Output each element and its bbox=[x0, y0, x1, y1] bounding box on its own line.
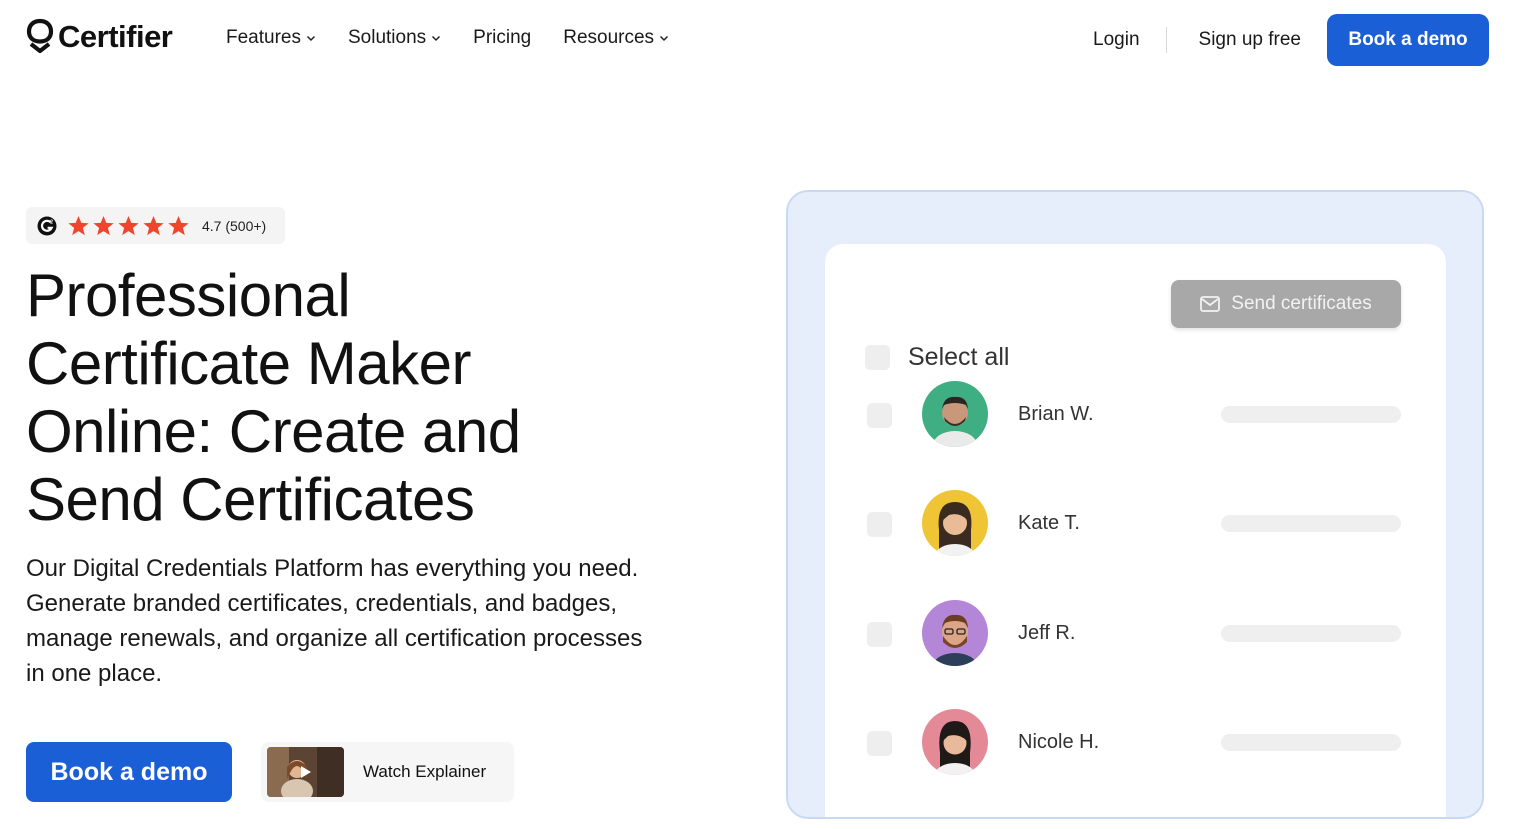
star-icon bbox=[143, 215, 164, 235]
chevron-down-icon bbox=[432, 35, 441, 42]
svg-text:2: 2 bbox=[50, 219, 53, 225]
recipient-placeholder-bar bbox=[1221, 515, 1401, 532]
book-demo-button-header[interactable]: Book a demo bbox=[1327, 14, 1489, 66]
brand-name: Certifier bbox=[58, 19, 173, 54]
nav-pricing-label: Pricing bbox=[473, 27, 532, 48]
book-demo-button[interactable]: Book a demo bbox=[26, 742, 232, 802]
star-icon bbox=[68, 215, 89, 235]
hero-title-line: Professional bbox=[26, 262, 351, 329]
chevron-down-icon bbox=[306, 35, 316, 42]
avatar bbox=[922, 490, 988, 556]
hero-title-line: Online: Create and bbox=[26, 398, 521, 465]
hero-title: Professional Certificate Maker Online: C… bbox=[26, 262, 666, 534]
product-preview: Select all Send certificates Brian W. Ka… bbox=[786, 190, 1484, 819]
nav-pricing[interactable]: Pricing bbox=[473, 27, 531, 49]
certifier-logo[interactable]: Certifier bbox=[26, 18, 173, 56]
watch-explainer-button[interactable]: Watch Explainer bbox=[261, 742, 514, 802]
avatar bbox=[922, 600, 988, 666]
g2-icon: 2 bbox=[37, 216, 57, 235]
certifier-logo-icon bbox=[26, 18, 54, 54]
watch-explainer-label: Watch Explainer bbox=[363, 762, 487, 781]
nav-features[interactable]: Features bbox=[226, 27, 316, 49]
signup-link[interactable]: Sign up free bbox=[1167, 29, 1327, 51]
recipient-list-card: Select all Send certificates Brian W. Ka… bbox=[825, 244, 1446, 817]
recipient-name: Brian W. bbox=[1018, 403, 1094, 425]
nav-solutions[interactable]: Solutions bbox=[348, 27, 441, 49]
login-link[interactable]: Login bbox=[1093, 29, 1166, 51]
nav-resources[interactable]: Resources bbox=[563, 27, 669, 49]
recipient-checkbox[interactable] bbox=[867, 403, 892, 428]
recipient-placeholder-bar bbox=[1221, 734, 1401, 751]
avatar-image bbox=[922, 490, 988, 556]
main-menu: Features Solutions Pricing Resources bbox=[226, 27, 669, 49]
star-icon bbox=[168, 215, 189, 235]
recipient-placeholder-bar bbox=[1221, 625, 1401, 642]
mail-icon bbox=[1200, 296, 1221, 312]
chevron-down-icon bbox=[660, 35, 669, 42]
recipient-name: Kate T. bbox=[1018, 512, 1080, 534]
select-all-label: Select all bbox=[908, 343, 1010, 371]
rating-badge[interactable]: 2 4.7 (500+) bbox=[26, 207, 285, 244]
rating-score: 4.7 (500+) bbox=[202, 217, 267, 234]
recipient-checkbox[interactable] bbox=[867, 622, 892, 647]
recipient-checkbox[interactable] bbox=[867, 731, 892, 756]
nav-features-label: Features bbox=[226, 27, 301, 48]
star-icon bbox=[118, 215, 139, 235]
avatar bbox=[922, 381, 988, 447]
recipient-name: Nicole H. bbox=[1018, 731, 1100, 753]
hero-description: Our Digital Credentials Platform has eve… bbox=[26, 555, 643, 687]
select-all-checkbox[interactable] bbox=[865, 345, 890, 370]
play-icon bbox=[301, 766, 311, 778]
nav-actions: Login Sign up free Book a demo bbox=[1093, 14, 1489, 66]
avatar-image bbox=[922, 709, 988, 775]
recipient-checkbox[interactable] bbox=[867, 512, 892, 537]
video-thumbnail bbox=[267, 747, 344, 797]
nav-solutions-label: Solutions bbox=[347, 27, 427, 48]
avatar bbox=[922, 709, 988, 775]
star-icon bbox=[93, 215, 114, 235]
send-certificates-label: Send certificates bbox=[1231, 293, 1372, 314]
nav-resources-label: Resources bbox=[563, 27, 655, 48]
avatar-image bbox=[922, 600, 988, 666]
send-certificates-button[interactable]: Send certificates bbox=[1171, 280, 1401, 328]
recipient-placeholder-bar bbox=[1221, 406, 1401, 423]
star-rating bbox=[67, 215, 190, 237]
hero-title-line: Certificate Maker bbox=[26, 330, 471, 397]
recipient-name: Jeff R. bbox=[1018, 622, 1076, 644]
hero-title-line: Send Certificates bbox=[26, 466, 475, 533]
avatar-image bbox=[922, 381, 988, 447]
top-navigation: Certifier Features Solutions Pricing Res… bbox=[0, 0, 1513, 78]
